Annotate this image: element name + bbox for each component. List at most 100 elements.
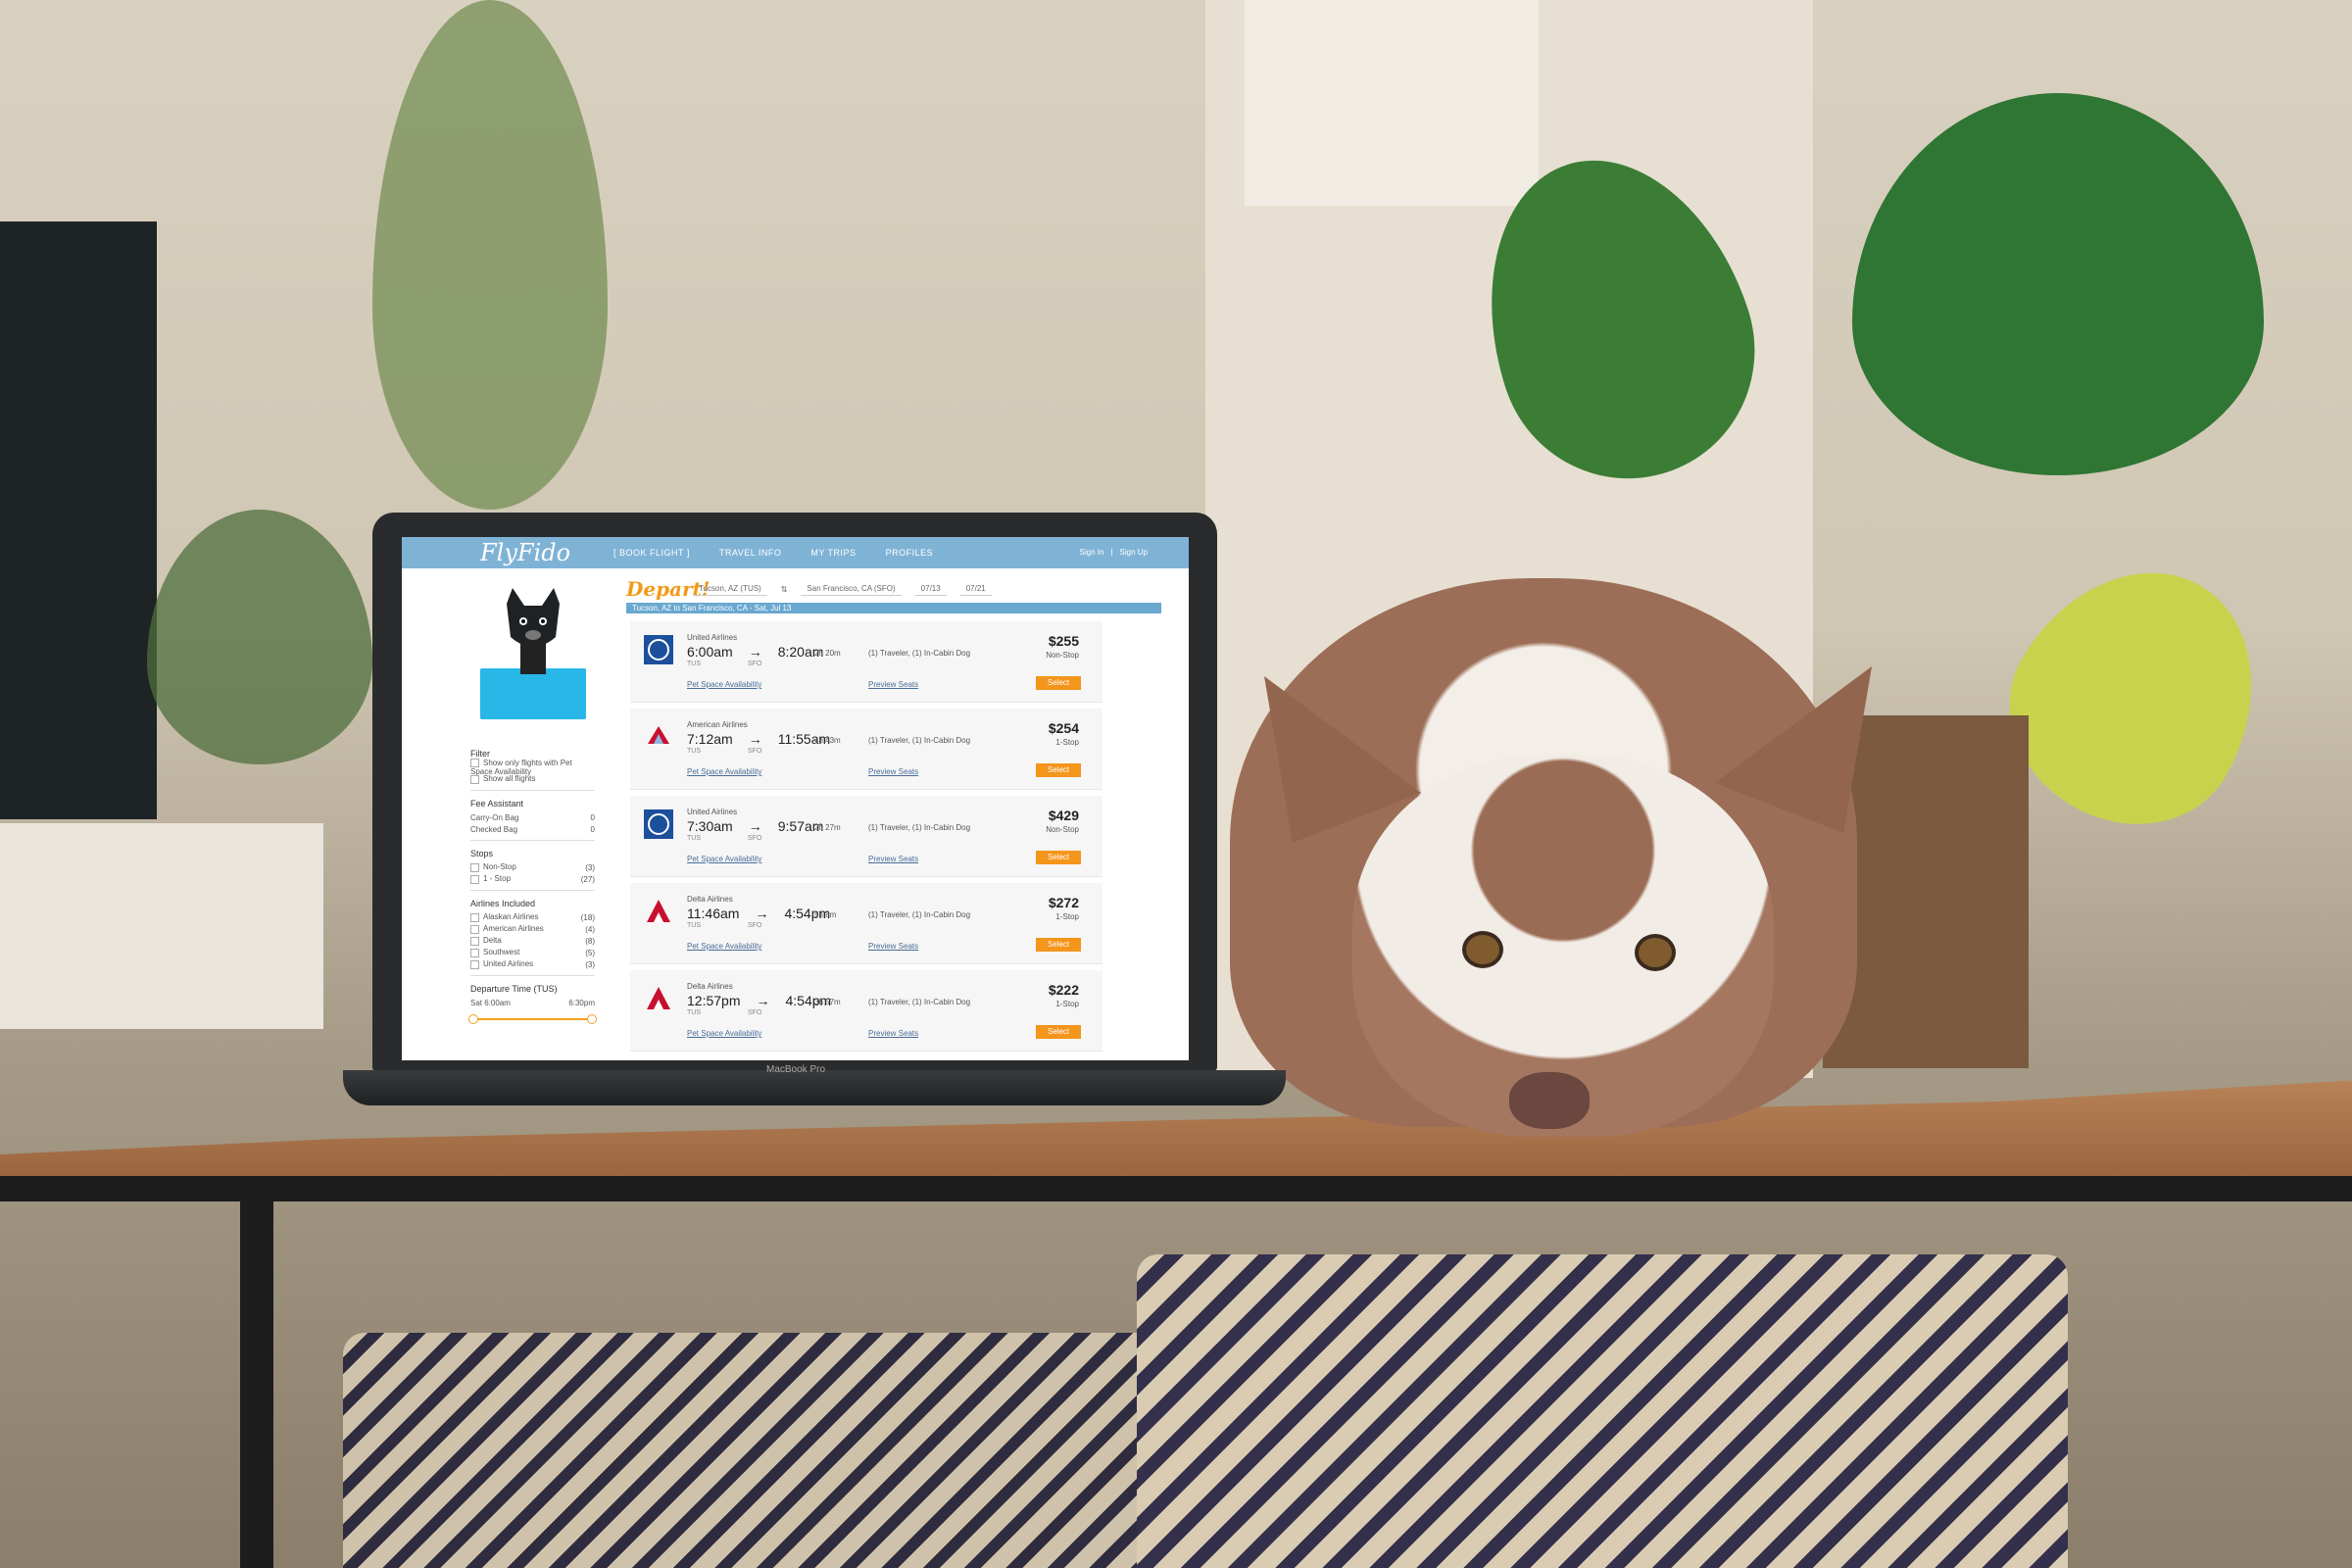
arrow-right-icon: → [748,731,762,747]
table-leg [240,1201,273,1568]
airline-name: American Airlines [687,720,748,729]
preview-seats-link[interactable]: Preview Seats [868,855,918,863]
sign-in-link[interactable]: Sign In [1080,548,1104,557]
depart-time: 7:30am [687,818,733,834]
american-airline-logo-icon [644,722,673,752]
app-logo[interactable]: FlyFido [480,539,627,566]
airport-codes: TUS SFO [687,835,761,842]
preview-seats-link[interactable]: Preview Seats [868,680,918,689]
fee-assistant-title: Fee Assistant [470,799,524,808]
cabinet [0,823,323,1029]
airport-codes: TUS SFO [687,661,761,667]
auth-separator: | [1110,548,1113,557]
stop-option[interactable]: 1 - Stop (27) [470,873,595,885]
airline-option[interactable]: Alaskan Airlines (18) [470,911,595,923]
delta-airline-logo-icon [644,984,673,1013]
pet-space-link[interactable]: Pet Space Availability [687,680,761,689]
filter-title: Filter [470,749,490,759]
swap-icon[interactable]: ⇅ [781,585,788,594]
search-row: Depart! Tucson, AZ (TUS) ⇅ San Francisco… [626,577,1161,601]
airline-option[interactable]: Southwest (5) [470,947,595,958]
airport-codes: TUS SFO [687,748,761,755]
select-button[interactable]: Select [1036,851,1081,864]
divider [470,890,595,891]
route-bar: Tucson, AZ to San Francisco, CA - Sat, J… [626,603,1161,613]
from-field[interactable]: Tucson, AZ (TUS) [693,582,767,596]
laptop-base [343,1070,1286,1105]
filter-option[interactable]: Show only flights with Pet Space Availab… [470,759,595,776]
arrow-right-icon: → [755,906,769,921]
select-button[interactable]: Select [1036,1025,1081,1039]
to-code: SFO [748,661,762,667]
flight-card[interactable]: Delta Airlines 11:46am → 4:54pm TUS SFO … [630,883,1102,964]
preview-seats-link[interactable]: Preview Seats [868,942,918,951]
pet-space-link[interactable]: Pet Space Availability [687,767,761,776]
price: $255 [1048,633,1079,649]
flight-times: 11:46am → 4:54pm [687,906,830,921]
stops-label: 1-Stop [1055,1000,1079,1008]
flight-card[interactable]: Delta Airlines 12:57pm → 4:54pm TUS SFO … [630,970,1102,1052]
divider [470,790,595,791]
airline-option[interactable]: American Airlines (4) [470,923,595,935]
airline-name: Delta Airlines [687,895,733,904]
stops-label: 1-Stop [1055,912,1079,921]
auth-links: Sign In | Sign Up [1080,548,1148,557]
filter-panel: Filter Show only flights with Pet Space … [468,749,597,1024]
arrow-right-icon: → [756,993,770,1008]
depart-time: 6:00am [687,644,733,660]
airport-codes: TUS SFO [687,1009,761,1016]
airline-name: United Airlines [687,808,738,816]
slider-start-handle[interactable] [468,1014,478,1024]
stop-option[interactable]: Non-Stop (3) [470,861,595,873]
price: $254 [1048,720,1079,736]
preview-seats-link[interactable]: Preview Seats [868,767,918,776]
select-button[interactable]: Select [1036,938,1081,952]
flight-card[interactable]: United Airlines 6:00am → 8:20am TUS SFO … [630,621,1102,703]
pet-space-link[interactable]: Pet Space Availability [687,942,761,951]
departure-time-range: Sat 6:00am 6:30pm [470,998,595,1007]
dog-nose [1509,1072,1590,1129]
fee-row: Checked Bag 0 [470,824,595,834]
from-code: TUS [687,748,701,755]
window-light [1245,0,1539,206]
slider-end-handle[interactable] [587,1014,597,1024]
airline-option[interactable]: Delta (8) [470,935,595,947]
airline-option[interactable]: United Airlines (3) [470,958,595,970]
checkbox[interactable] [470,774,479,784]
depart-date-field[interactable]: 07/13 [914,582,947,596]
stops-label: Non-Stop [1046,825,1079,834]
return-date-field[interactable]: 07/21 [959,582,992,596]
to-code: SFO [748,835,762,842]
stops-title: Stops [470,849,494,858]
nav-book-flight[interactable]: [ BOOK FLIGHT ] [613,548,690,558]
sidebar: Filter Show only flights with Pet Space … [468,578,597,1024]
duration: 3h 57m [814,998,841,1006]
united-airline-logo-icon [644,635,673,664]
airline-name: United Airlines [687,633,738,642]
flight-card[interactable]: United Airlines 7:30am → 9:57am TUS SFO … [630,796,1102,877]
departure-slider[interactable] [468,1014,597,1024]
nav-my-trips[interactable]: MY TRIPS [810,548,856,558]
pet-space-link[interactable]: Pet Space Availability [687,1029,761,1038]
price: $272 [1048,895,1079,910]
airlines-title: Airlines Included [470,899,536,908]
united-airline-logo-icon [644,809,673,839]
pet-space-link[interactable]: Pet Space Availability [687,855,761,863]
checkbox[interactable] [470,759,479,768]
results-main: Depart! Tucson, AZ (TUS) ⇅ San Francisco… [626,577,1161,1057]
to-field[interactable]: San Francisco, CA (SFO) [801,582,902,596]
preview-seats-link[interactable]: Preview Seats [868,1029,918,1038]
laptop-brand: MacBook Pro [766,1064,826,1075]
sign-up-link[interactable]: Sign Up [1120,548,1148,557]
price: $222 [1048,982,1079,998]
plant-leaf [372,0,608,510]
french-bulldog-icon [506,588,560,674]
select-button[interactable]: Select [1036,763,1081,777]
to-code: SFO [748,1009,762,1016]
flight-card[interactable]: American Airlines 7:12am → 11:55am TUS S… [630,709,1102,790]
nav-profiles[interactable]: PROFILES [886,548,934,558]
airline-name: Delta Airlines [687,982,733,991]
travelers: (1) Traveler, (1) In-Cabin Dog [868,736,971,745]
select-button[interactable]: Select [1036,676,1081,690]
nav-travel-info[interactable]: TRAVEL INFO [719,548,782,558]
